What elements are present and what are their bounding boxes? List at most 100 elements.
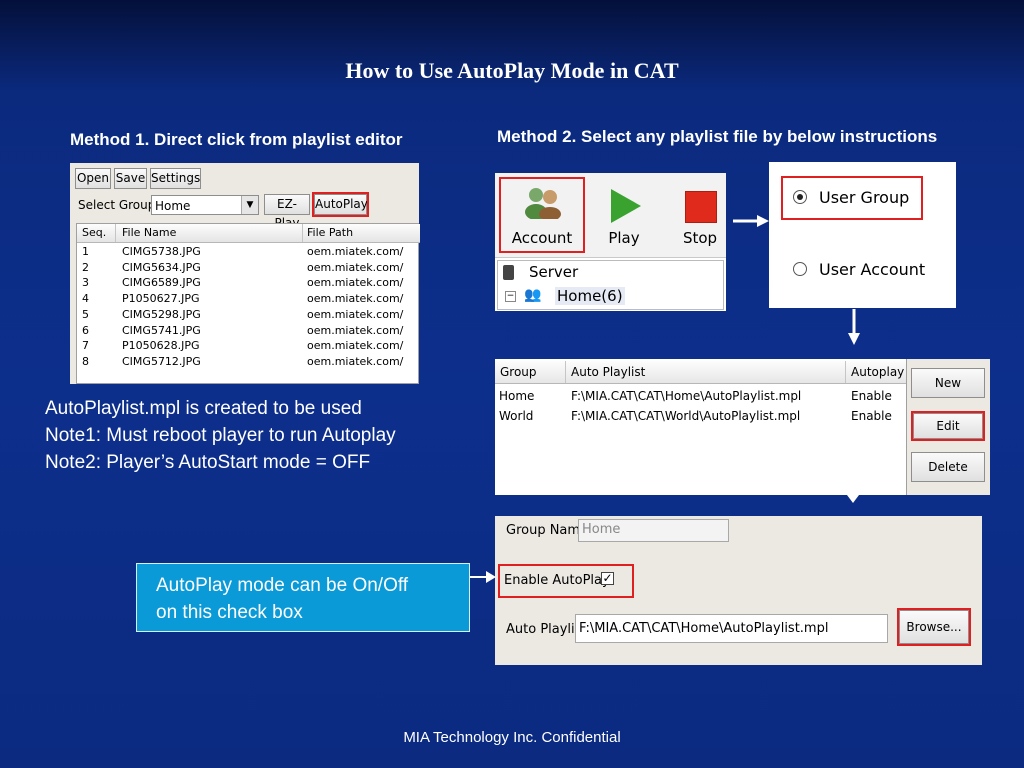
user-account-label: User Account — [819, 260, 926, 279]
table-row[interactable]: 8 CIMG5712.JPG oem.miatek.com/ — [77, 354, 420, 369]
arrow-down-icon — [848, 309, 860, 345]
callout-box: AutoPlay mode can be On/Off on this chec… — [136, 563, 470, 632]
cell: 1 — [82, 245, 89, 258]
chevron-down-icon[interactable]: ▼ — [241, 196, 258, 214]
settings-button[interactable]: Settings — [150, 168, 201, 189]
cell: oem.miatek.com/ — [307, 339, 404, 353]
server-icon — [503, 265, 514, 280]
ez-play-button[interactable]: EZ-Play — [264, 194, 310, 230]
radio-selected-icon[interactable] — [793, 190, 807, 204]
user-group-option[interactable]: User Group — [781, 176, 923, 220]
play-icon — [611, 189, 641, 223]
cell: P1050627.JPG — [122, 292, 200, 306]
cell: oem.miatek.com/ — [307, 260, 404, 274]
column-header[interactable]: Auto Playlist — [571, 365, 645, 379]
cell: oem.miatek.com/ — [307, 292, 404, 306]
enable-autoplay-option[interactable]: Enable AutoPlay ✓ — [498, 564, 634, 598]
column-header[interactable]: Group — [500, 365, 537, 379]
account-button[interactable]: Account — [499, 177, 585, 253]
autoplay-button[interactable]: AutoPlay — [312, 192, 369, 217]
save-button[interactable]: Save — [114, 168, 147, 189]
cell: oem.miatek.com/ — [307, 354, 404, 368]
account-label: Account — [511, 229, 573, 247]
playlist-table-header: Seq. File Name File Path — [77, 224, 420, 243]
cell: CIMG5298.JPG — [122, 307, 201, 321]
cell: 5 — [82, 307, 89, 321]
cell: oem.miatek.com/ — [307, 276, 404, 290]
radio-icon[interactable] — [793, 262, 807, 276]
column-header[interactable]: File Path — [307, 226, 353, 239]
cell: oem.miatek.com/ — [307, 245, 404, 258]
play-label: Play — [608, 229, 640, 247]
table-row[interactable]: 6 CIMG5741.JPG oem.miatek.com/ — [77, 323, 420, 338]
tree-item-home[interactable]: Home(6) — [555, 287, 625, 305]
tree-item-server[interactable]: Server — [529, 263, 578, 281]
group-icon: 👥 — [524, 287, 542, 303]
cell: Home — [499, 389, 535, 403]
table-row[interactable]: 4 P1050627.JPG oem.miatek.com/ — [77, 291, 420, 306]
group-name-label: Group Name — [506, 523, 589, 538]
cell: CIMG5712.JPG — [122, 354, 201, 368]
auto-playlist-field[interactable]: F:\MIA.CAT\CAT\Home\AutoPlaylist.mpl — [575, 614, 888, 643]
cell: Enable — [851, 409, 892, 423]
server-tree: Server − 👥 Home(6) — [497, 260, 724, 310]
playlist-table: Seq. File Name File Path 1 CIMG5738.JPG oe… — [76, 223, 420, 384]
cell: CIMG5741.JPG — [122, 323, 201, 337]
stop-label: Stop — [682, 229, 718, 247]
pointer-down-icon — [847, 495, 859, 503]
cell: P1050628.JPG — [122, 339, 200, 353]
cell: oem.miatek.com/ — [307, 307, 404, 321]
play-button[interactable]: Play — [599, 179, 649, 251]
column-header[interactable]: Seq. — [82, 226, 106, 239]
group-form-panel: Group Name Home Enable AutoPlay ✓ Auto P… — [495, 516, 982, 665]
table-row[interactable]: World F:\MIA.CAT\CAT\World\AutoPlaylist.… — [495, 409, 906, 427]
cell: F:\MIA.CAT\CAT\World\AutoPlaylist.mpl — [571, 409, 801, 423]
stop-icon — [685, 191, 717, 223]
cell: 2 — [82, 260, 89, 274]
edit-button[interactable]: Edit — [911, 411, 985, 441]
cell: oem.miatek.com/ — [307, 323, 404, 337]
user-account-option[interactable]: User Account — [783, 254, 943, 288]
column-header[interactable]: Autoplay — [851, 365, 904, 379]
arrow-right-icon — [733, 215, 769, 227]
cell: CIMG5634.JPG — [122, 260, 201, 274]
cell: F:\MIA.CAT\CAT\Home\AutoPlaylist.mpl — [571, 389, 802, 403]
group-list-header: Group Auto Playlist Autoplay — [495, 361, 906, 384]
table-row[interactable]: 1 CIMG5738.JPG oem.miatek.com/ — [77, 244, 420, 259]
callout-line: AutoPlay mode can be On/Off — [156, 575, 409, 596]
cell: 8 — [82, 354, 89, 368]
table-row[interactable]: 5 CIMG5298.JPG oem.miatek.com/ — [77, 307, 420, 322]
collapse-icon[interactable]: − — [505, 291, 516, 302]
delete-button[interactable]: Delete — [911, 452, 985, 482]
column-header[interactable]: File Name — [122, 226, 176, 239]
note-line: Note2: Player’s AutoStart mode = OFF — [45, 452, 371, 473]
cell: Enable — [851, 389, 892, 403]
method2-heading: Method 2. Select any playlist file by be… — [497, 127, 938, 146]
callout-arrow-icon — [470, 571, 496, 583]
table-row[interactable]: 3 CIMG6589.JPG oem.miatek.com/ — [77, 275, 420, 290]
group-name-field[interactable]: Home — [578, 519, 729, 542]
table-row[interactable]: Home F:\MIA.CAT\CAT\Home\AutoPlaylist.mp… — [495, 389, 906, 407]
open-button[interactable]: Open — [75, 168, 111, 189]
cell: 4 — [82, 292, 89, 306]
callout-line: on this check box — [156, 602, 303, 623]
cell: World — [499, 409, 534, 423]
users-icon — [525, 188, 561, 219]
group-list: Group Auto Playlist Autoplay Home F:\MIA… — [495, 359, 907, 495]
new-button[interactable]: New — [911, 368, 985, 398]
stop-button[interactable]: Stop — [675, 179, 725, 251]
table-row[interactable]: 7 P1050628.JPG oem.miatek.com/ — [77, 338, 420, 353]
footer-text: MIA Technology Inc. Confidential — [403, 729, 621, 746]
cell: CIMG6589.JPG — [122, 276, 201, 290]
cell: 3 — [82, 276, 89, 290]
notes-block: AutoPlaylist.mpl is created to be used N… — [45, 395, 396, 476]
select-group-label: Select Group — [78, 198, 156, 212]
user-group-label: User Group — [819, 188, 910, 207]
browse-button[interactable]: Browse... — [897, 608, 971, 646]
checkbox-icon[interactable]: ✓ — [601, 572, 614, 585]
slide-title: How to Use AutoPlay Mode in CAT — [345, 58, 679, 83]
select-group-dropdown[interactable]: Home ▼ — [151, 195, 259, 215]
account-type-panel: User Group User Account — [769, 162, 956, 308]
method1-heading: Method 1. Direct click from playlist edi… — [70, 130, 403, 149]
table-row[interactable]: 2 CIMG5634.JPG oem.miatek.com/ — [77, 260, 420, 275]
